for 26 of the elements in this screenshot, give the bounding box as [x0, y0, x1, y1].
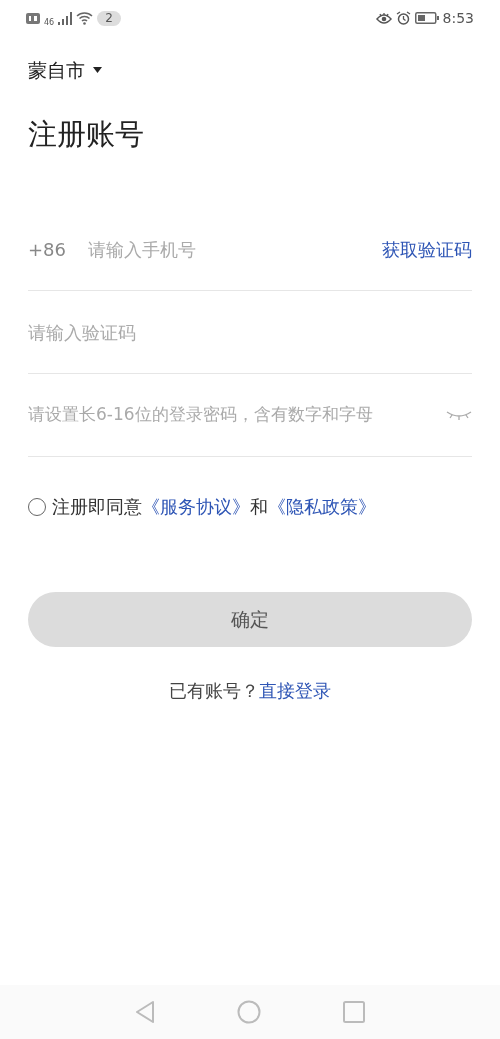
back-icon[interactable] — [135, 1000, 155, 1024]
clock-time: 8:53 — [442, 8, 474, 28]
get-code-link[interactable]: 获取验证码 — [382, 235, 472, 263]
network-type: 46 — [44, 19, 55, 27]
signal-icon — [58, 11, 73, 25]
privacy-link[interactable]: 《隐私政策》 — [268, 496, 376, 517]
eye-icon — [375, 11, 392, 25]
recents-icon[interactable] — [343, 1001, 365, 1023]
battery-icon — [414, 12, 439, 24]
home-icon[interactable] — [237, 1000, 261, 1024]
notification-count: 2 — [97, 10, 121, 26]
agreement-text: 注册即同意《服务协议》和《隐私政策》 — [52, 495, 376, 519]
wifi-icon — [76, 11, 94, 25]
country-code[interactable]: +86 — [28, 235, 66, 263]
terms-link[interactable]: 《服务协议》 — [142, 496, 250, 517]
login-prompt: 已有账号？直接登录 — [168, 679, 332, 703]
phone-input[interactable]: 请输入手机号 — [88, 235, 382, 263]
alarm-icon — [395, 11, 411, 25]
caret-icon — [93, 67, 102, 74]
login-link[interactable]: 直接登录 — [259, 680, 331, 701]
city-selector[interactable]: 蒙自市 — [28, 56, 85, 85]
closed-eye-icon[interactable] — [446, 409, 472, 421]
code-input[interactable]: 请输入验证码 — [28, 318, 472, 346]
password-input[interactable]: 请设置长6-16位的登录密码，含有数字和字母 — [28, 402, 446, 428]
hd-icon — [26, 12, 40, 24]
page-title: 注册账号 — [28, 115, 145, 153]
